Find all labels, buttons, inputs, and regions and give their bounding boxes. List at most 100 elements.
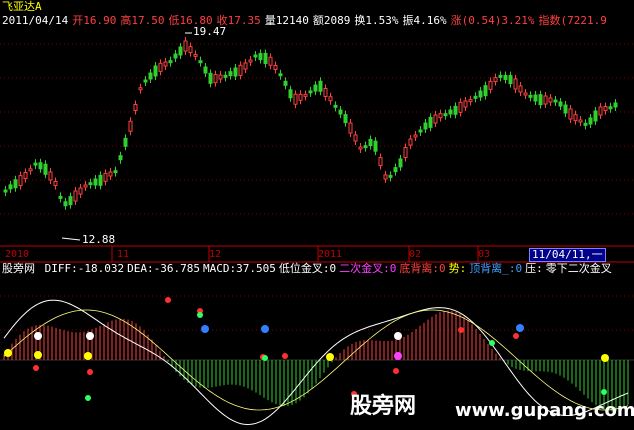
candle-body [223,74,228,78]
candle-body [33,162,38,166]
candle-body [318,80,323,92]
indicator-field: 压: [525,262,543,275]
candle-body [113,170,118,174]
candle-body [388,174,393,178]
candle-body [173,53,178,59]
signal-dot [261,325,269,333]
candle-body [558,101,563,107]
signal-dot [513,333,519,339]
candle-body [8,184,13,190]
indicator-field: 势: [448,262,467,275]
candle-body [418,129,423,133]
kline-macd-chart[interactable] [0,0,634,430]
candle-body [253,54,258,58]
signal-dot [84,352,92,360]
candle-body [603,106,608,112]
candle-body [468,99,473,103]
candle-body [143,79,148,83]
candle-body [613,102,618,108]
candle-body [493,77,498,83]
candle-body [473,95,478,99]
candle-body [333,104,338,108]
candle-body [358,146,363,150]
candle-body [178,46,183,56]
candle-body [263,52,268,64]
candle-body [108,171,113,177]
candle-body [73,190,78,202]
candle-body [348,122,353,134]
signal-dot [34,332,42,340]
signal-dot [85,395,91,401]
candle-body [298,93,303,101]
candle-body [188,46,193,54]
candle-body [583,122,588,126]
candle-body [68,196,73,206]
candle-body [553,99,558,103]
candle-body [548,97,553,103]
signal-dot [394,352,402,360]
candle-body [578,119,583,123]
candle-body [278,73,283,77]
candle-body [533,94,538,102]
candle-body [313,84,318,92]
candle-body [463,100,468,108]
signal-dot [394,332,402,340]
candle-body [148,72,153,80]
candle-body [138,87,143,91]
indicator-row: 股旁网 DIFF:-18.032 DEA:-36.785 MACD:37.505 低位… [2,263,615,275]
candle-body [133,104,138,111]
candle-body [303,93,308,97]
candle-body [443,113,448,117]
candle-body [483,85,488,97]
candle-body [563,104,568,114]
candle-body [543,95,548,105]
candle-body [168,60,173,64]
candle-body [283,80,288,86]
candle-body [48,171,53,181]
indicator-field: 顶背离_:0 [469,262,523,275]
candle-body [228,71,233,77]
signal-dot [165,297,171,303]
candle-body [523,92,528,96]
candle-body [208,72,213,84]
candle-body [288,89,293,99]
signal-dot [516,324,524,332]
candle-body [268,56,273,66]
candle-body [598,106,603,116]
candle-body [378,157,383,167]
candle-body [3,189,8,193]
candle-body [193,53,198,57]
candle-body [383,174,388,180]
candle-body [398,158,403,168]
signal-dot [458,327,464,333]
candle-body [343,114,348,124]
candle-body [458,101,463,113]
candle-body [118,155,123,161]
price-low-label: 12.88 [82,233,116,246]
candle-body [103,172,108,182]
signal-dot [326,353,334,361]
price-high-label: 19.47 [193,25,227,38]
indicator-field: 二次金叉:0 [339,262,397,275]
signal-dot [33,365,39,371]
candle-body [123,137,128,147]
indicator-name: 股旁网 [2,262,35,275]
candle-body [203,66,208,74]
candle-body [293,93,298,105]
candle-body [58,195,63,199]
candle-body [538,94,543,106]
candle-body [38,162,43,170]
axis-label-02: 02 [409,249,422,260]
candle-body [608,106,613,110]
candle-body [13,179,18,189]
candle-body [28,168,33,172]
low-pointer [61,237,81,241]
signal-dot [601,389,607,395]
cursor-date-badge: 11/04/11,一 [529,248,606,262]
candle-body [433,114,438,124]
indicator-field: MACD:37.505 [202,262,276,275]
candle-body [478,90,483,98]
candle-body [508,75,513,85]
candle-body [423,122,428,130]
candle-body [128,120,133,132]
